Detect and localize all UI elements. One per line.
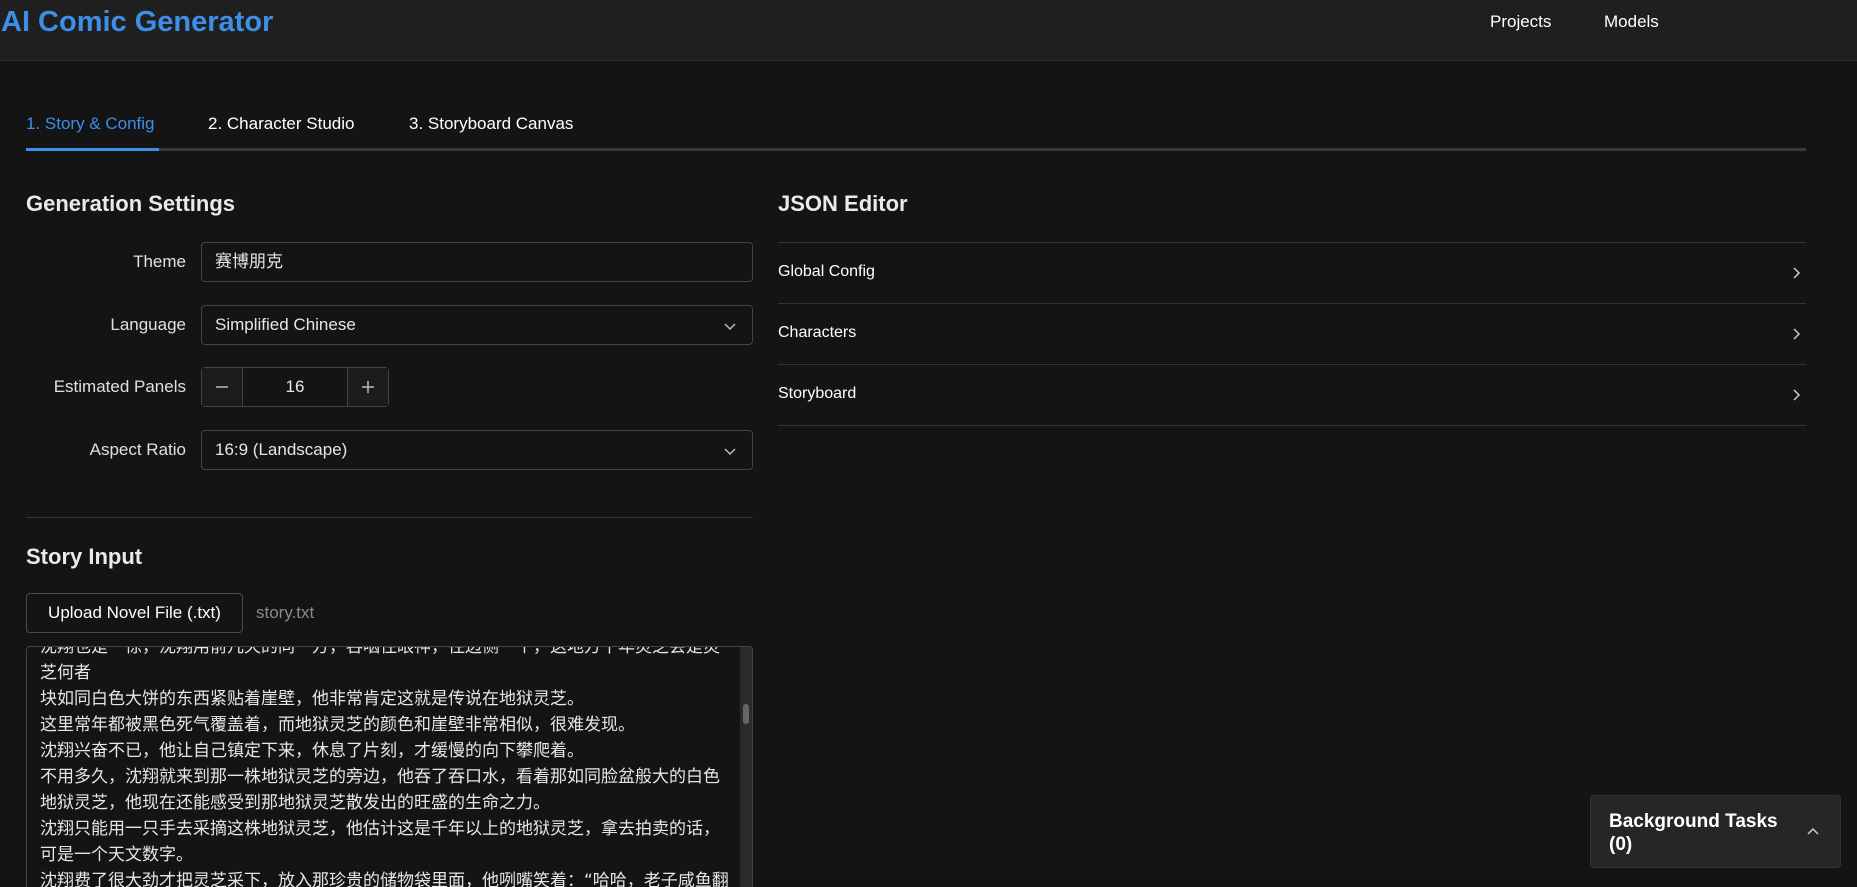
estimated-panels-value[interactable]: 16 [243,368,347,406]
theme-label: Theme [133,252,186,271]
json-section-characters[interactable]: Characters [778,303,1806,365]
nav-models-link[interactable]: Models [1604,12,1659,32]
theme-input[interactable]: 赛博朋克 [201,242,753,282]
aspect-ratio-select[interactable]: 16:9 (Landscape) [201,430,753,470]
generation-settings-heading: Generation Settings [26,191,236,216]
json-section-label: Characters [778,324,857,341]
background-tasks-panel[interactable]: Background Tasks (0) [1590,795,1841,868]
json-section-label: Storyboard [778,385,857,402]
scrollbar-thumb[interactable] [743,704,749,724]
chevron-right-icon [1793,267,1801,279]
top-bar: AI Comic Generator Projects Models [0,0,1857,61]
story-scrollbar[interactable] [740,647,752,887]
plus-icon [362,381,374,393]
chevron-down-icon [724,323,736,331]
json-section-storyboard[interactable]: Storyboard [778,364,1806,426]
chevron-right-icon [1793,389,1801,401]
aspect-ratio-select-value: 16:9 (Landscape) [215,440,348,459]
chevron-down-icon [724,448,736,456]
language-select[interactable]: Simplified Chinese [201,305,753,345]
uploaded-file-name: story.txt [256,603,315,622]
estimated-panels-stepper: 16 [201,367,389,407]
step-tabs: 1. Story & Config 2. Character Studio 3.… [26,108,1806,151]
aspect-ratio-label: Aspect Ratio [89,440,186,459]
language-select-value: Simplified Chinese [215,315,356,334]
decrement-button[interactable] [202,368,243,406]
chevron-right-icon [1793,328,1801,340]
increment-button[interactable] [347,368,388,406]
background-tasks-label: Background Tasks (0) [1609,811,1778,855]
tab-story-config[interactable]: 1. Story & Config [26,114,155,151]
estimated-panels-label: Estimated Panels [53,377,186,396]
section-divider [26,517,753,518]
language-label: Language [110,315,186,334]
json-editor-heading: JSON Editor [778,191,908,216]
app-title: AI Comic Generator [1,6,274,38]
json-section-label: Global Config [778,263,875,280]
json-section-global-config[interactable]: Global Config [778,242,1806,304]
story-textarea[interactable]: 沈翔也是一惊，沈翔用前几天的同一方，吞咽住眼神，往边侧一个，这地方千年灵芝会是灵… [26,646,753,887]
tab-storyboard-canvas[interactable]: 3. Storyboard Canvas [409,114,573,151]
chevron-up-icon[interactable] [1805,824,1821,840]
story-input-heading: Story Input [26,544,143,569]
upload-novel-button[interactable]: Upload Novel File (.txt) [26,593,243,633]
story-text: 沈翔也是一惊，沈翔用前几天的同一方，吞咽住眼神，往边侧一个，这地方千年灵芝会是灵… [40,646,729,887]
nav-projects-link[interactable]: Projects [1490,12,1551,32]
active-tab-indicator [26,148,159,151]
tab-character-studio[interactable]: 2. Character Studio [208,114,354,151]
minus-icon [216,386,228,388]
